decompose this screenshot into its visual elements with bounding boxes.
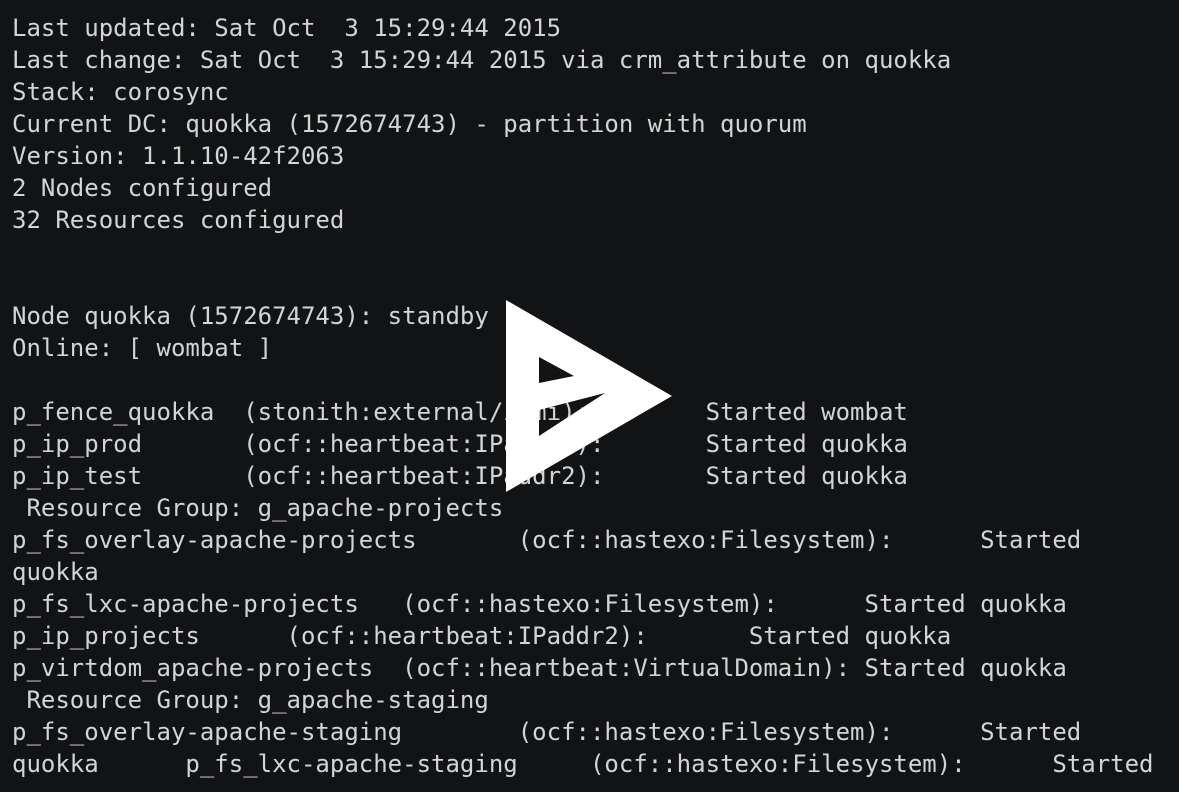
play-icon <box>506 300 672 492</box>
terminal-line: p_ip_projects (ocf::heartbeat:IPaddr2): … <box>12 622 952 650</box>
terminal-line: Last updated: Sat Oct 3 15:29:44 2015 <box>12 14 562 42</box>
terminal-line: Stack: corosync <box>12 78 229 106</box>
terminal-line: p_virtdom_apache-projects (ocf::heartbea… <box>12 654 1067 682</box>
terminal-line: Version: 1.1.10-42f2063 <box>12 142 345 170</box>
terminal-line: p_fs_lxc-apache-projects (ocf::hastexo:F… <box>12 590 1067 618</box>
terminal-line: Last change: Sat Oct 3 15:29:44 2015 via… <box>12 46 952 74</box>
terminal-line: Current DC: quokka (1572674743) - partit… <box>12 110 807 138</box>
terminal-line: 32 Resources configured <box>12 206 345 234</box>
terminal-line: p_fs_overlay-apache-staging (ocf::hastex… <box>12 718 1082 746</box>
terminal-line: Resource Group: g_apache-projects <box>12 494 504 522</box>
terminal-line: quokka <box>12 558 99 586</box>
terminal-window: Last updated: Sat Oct 3 15:29:44 2015 La… <box>0 0 1179 792</box>
play-button[interactable] <box>506 300 674 492</box>
terminal-line: Resource Group: g_apache-staging <box>12 686 489 714</box>
terminal-line: quokka p_fs_lxc-apache-staging (ocf::has… <box>12 750 1154 778</box>
terminal-line: 2 Nodes configured <box>12 174 273 202</box>
terminal-line: p_fs_overlay-apache-projects (ocf::haste… <box>12 526 1082 554</box>
